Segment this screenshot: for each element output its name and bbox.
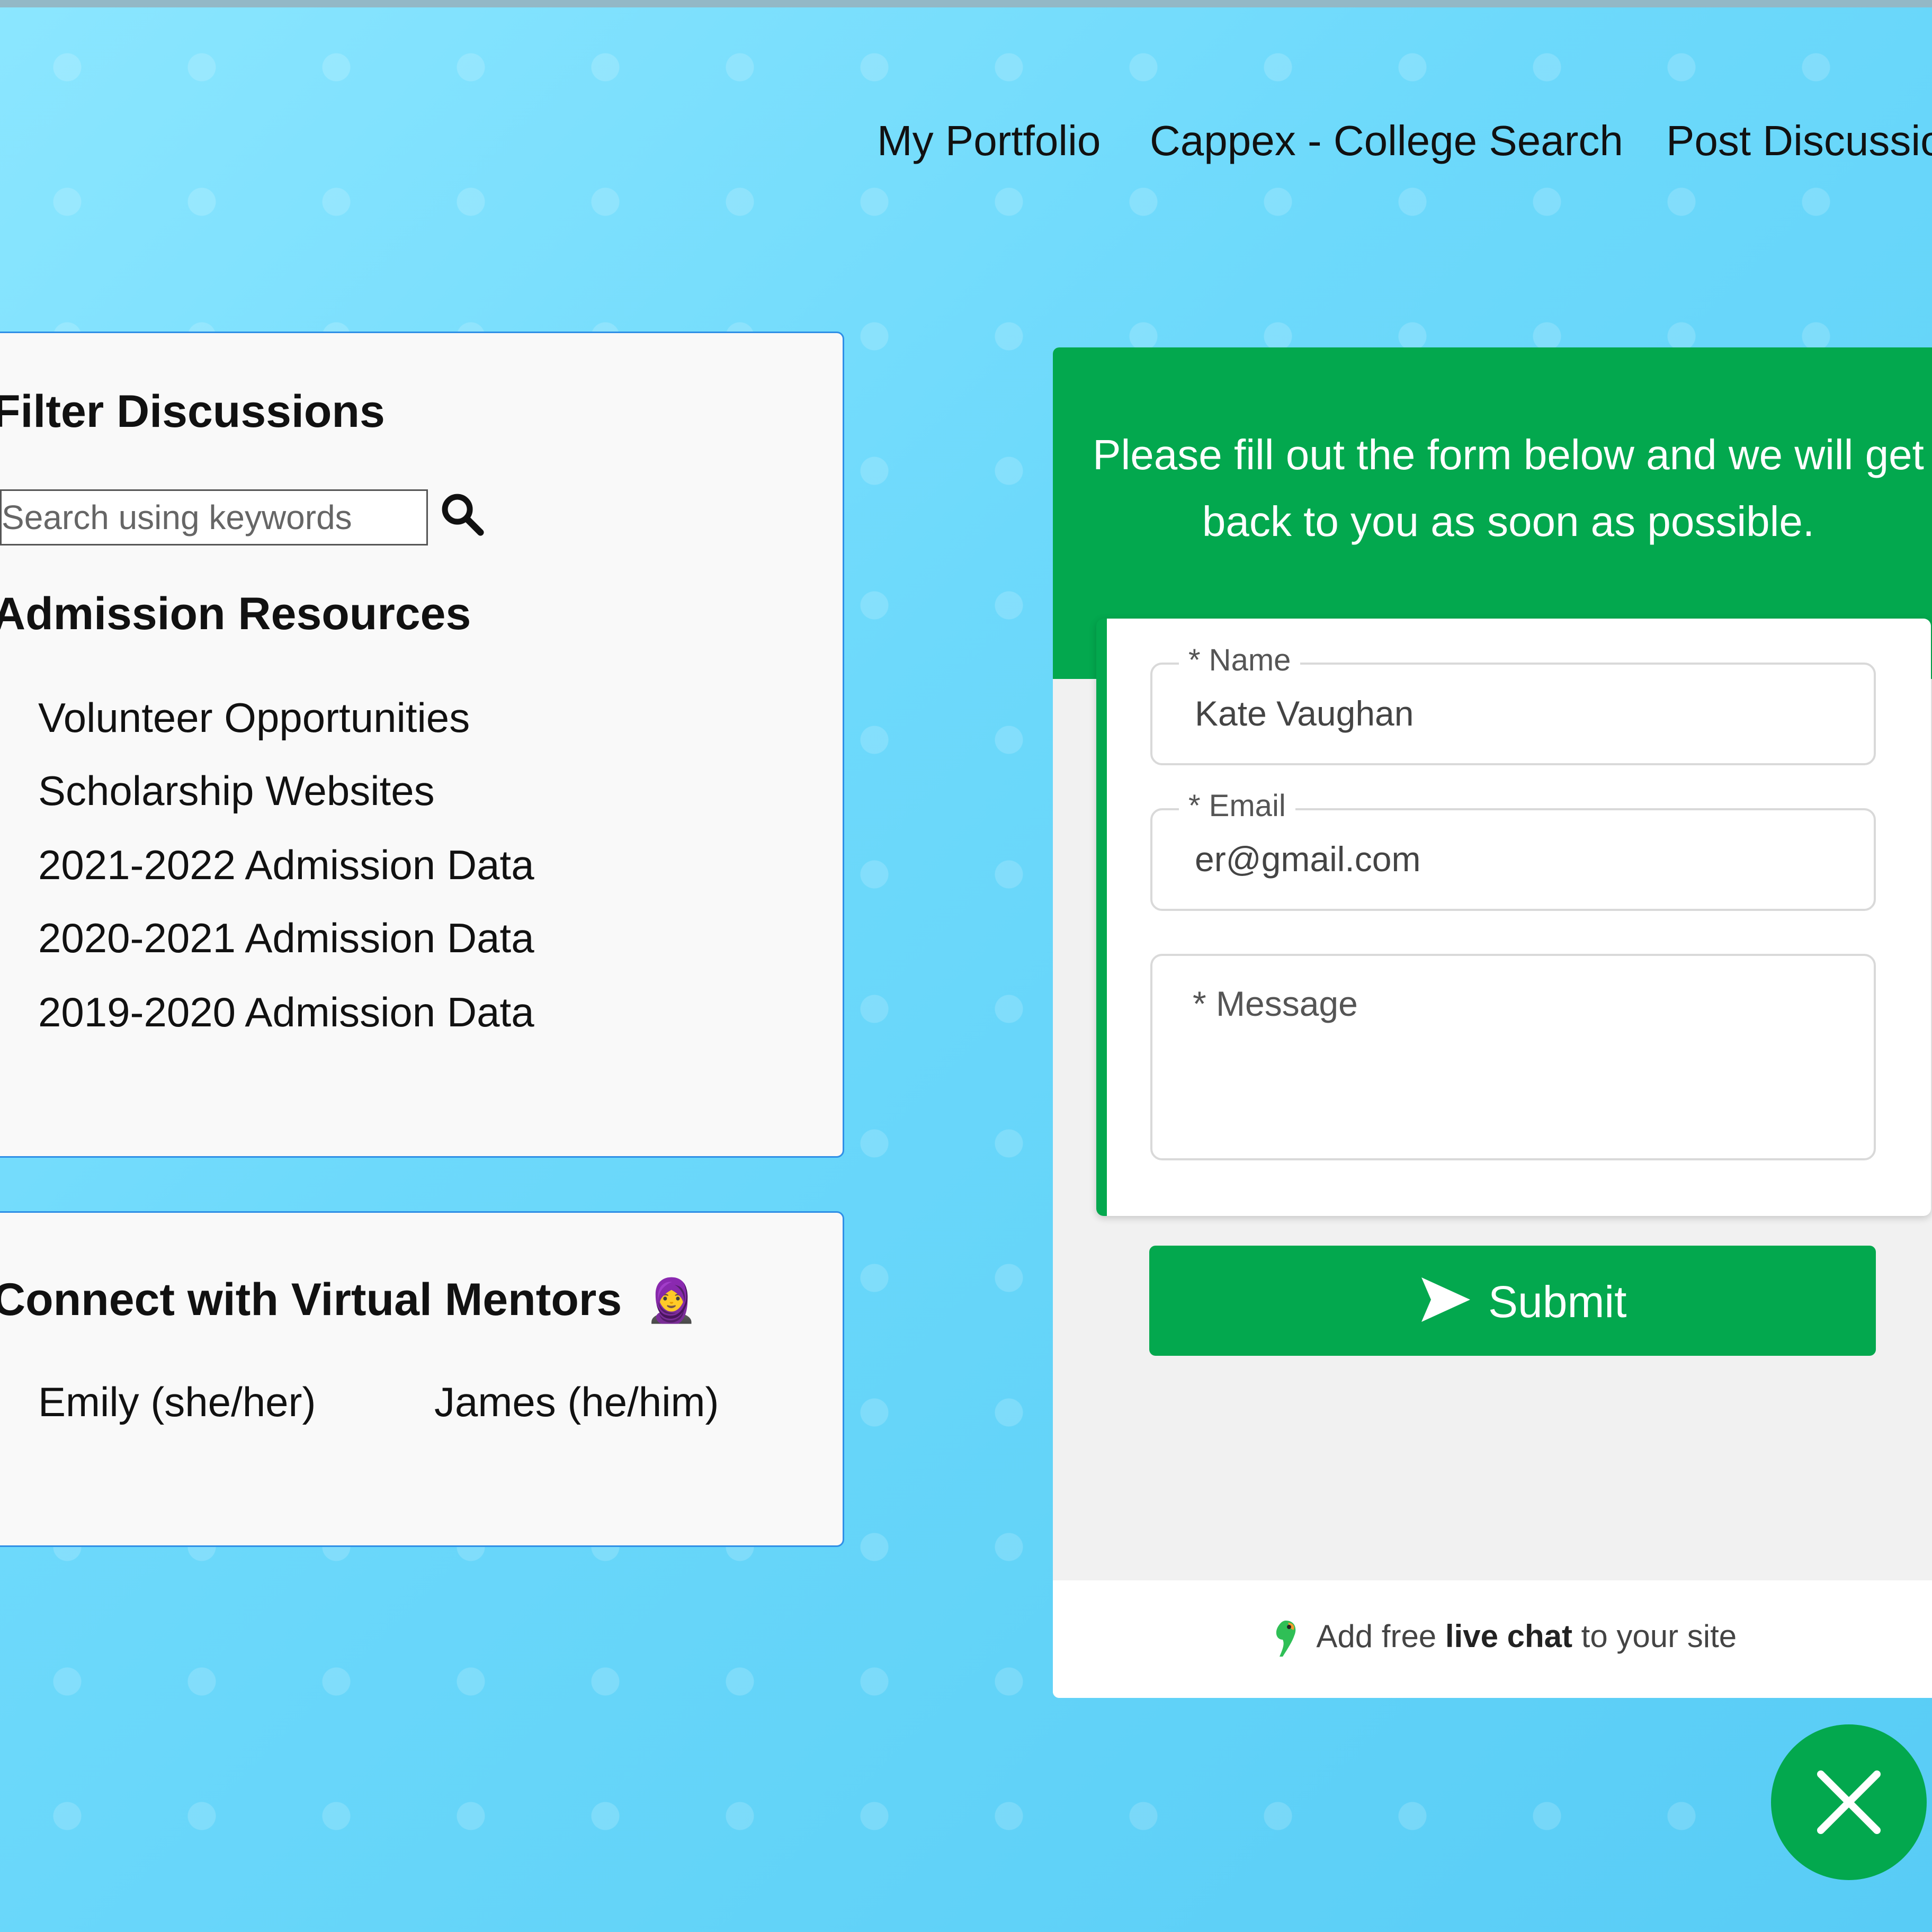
admission-resources-title: Admission Resources xyxy=(0,588,471,639)
name-field-label: * Name xyxy=(1179,642,1301,678)
message-placeholder: * Message xyxy=(1193,984,1358,1023)
chat-footer: Add free live chat to your site xyxy=(1053,1580,1932,1698)
filter-discussions-title: Filter Discussions xyxy=(0,386,385,437)
resource-link-2021-2022[interactable]: 2021-2022 Admission Data xyxy=(38,841,534,889)
promo-text-post: to your site xyxy=(1581,1618,1737,1654)
name-field-value[interactable]: Kate Vaughan xyxy=(1195,693,1414,734)
live-chat-promo-link[interactable]: Add free live chat to your site xyxy=(1270,1617,1737,1660)
nav-my-portfolio[interactable]: My Portfolio xyxy=(877,117,1101,165)
resource-link-volunteer[interactable]: Volunteer Opportunities xyxy=(38,694,470,742)
chat-intro-message: Please fill out the form below and we wi… xyxy=(1093,431,1924,545)
name-field[interactable]: * Name Kate Vaughan xyxy=(1150,642,1876,765)
search-field[interactable] xyxy=(0,489,428,545)
parrot-logo-icon xyxy=(1276,1621,1296,1657)
email-field-value[interactable]: er@gmail.com xyxy=(1195,839,1420,879)
send-icon xyxy=(1421,1277,1470,1322)
mentor-emoji-icon: 🧕 xyxy=(645,1277,698,1324)
email-field-label: * Email xyxy=(1179,788,1295,824)
submit-button-label: Submit xyxy=(1488,1277,1627,1327)
message-textarea[interactable]: * Message xyxy=(1150,954,1876,1160)
resource-link-2020-2021[interactable]: 2020-2021 Admission Data xyxy=(38,914,534,962)
nav-cappex-college-search[interactable]: Cappex - College Search xyxy=(1150,117,1623,165)
close-icon xyxy=(1817,1770,1881,1834)
submit-button[interactable]: Submit xyxy=(1149,1246,1876,1356)
mentor-link-james[interactable]: James (he/him) xyxy=(434,1378,719,1426)
promo-text-bold: live chat xyxy=(1445,1618,1572,1654)
nav-post-discussion[interactable]: Post Discussion xyxy=(1666,117,1932,165)
promo-text-pre: Add free xyxy=(1316,1618,1437,1654)
mentor-link-emily[interactable]: Emily (she/her) xyxy=(38,1378,316,1426)
resource-link-scholarships[interactable]: Scholarship Websites xyxy=(38,767,435,815)
search-icon[interactable] xyxy=(440,491,484,536)
search-input[interactable] xyxy=(2,491,426,544)
virtual-mentors-title: Connect with Virtual Mentors 🧕 xyxy=(0,1274,698,1326)
top-edge xyxy=(0,0,1932,7)
email-field[interactable]: * Email er@gmail.com xyxy=(1150,788,1876,911)
close-chat-button[interactable] xyxy=(1771,1724,1927,1880)
virtual-mentors-title-text: Connect with Virtual Mentors xyxy=(0,1274,622,1325)
resource-link-2019-2020[interactable]: 2019-2020 Admission Data xyxy=(38,988,534,1036)
